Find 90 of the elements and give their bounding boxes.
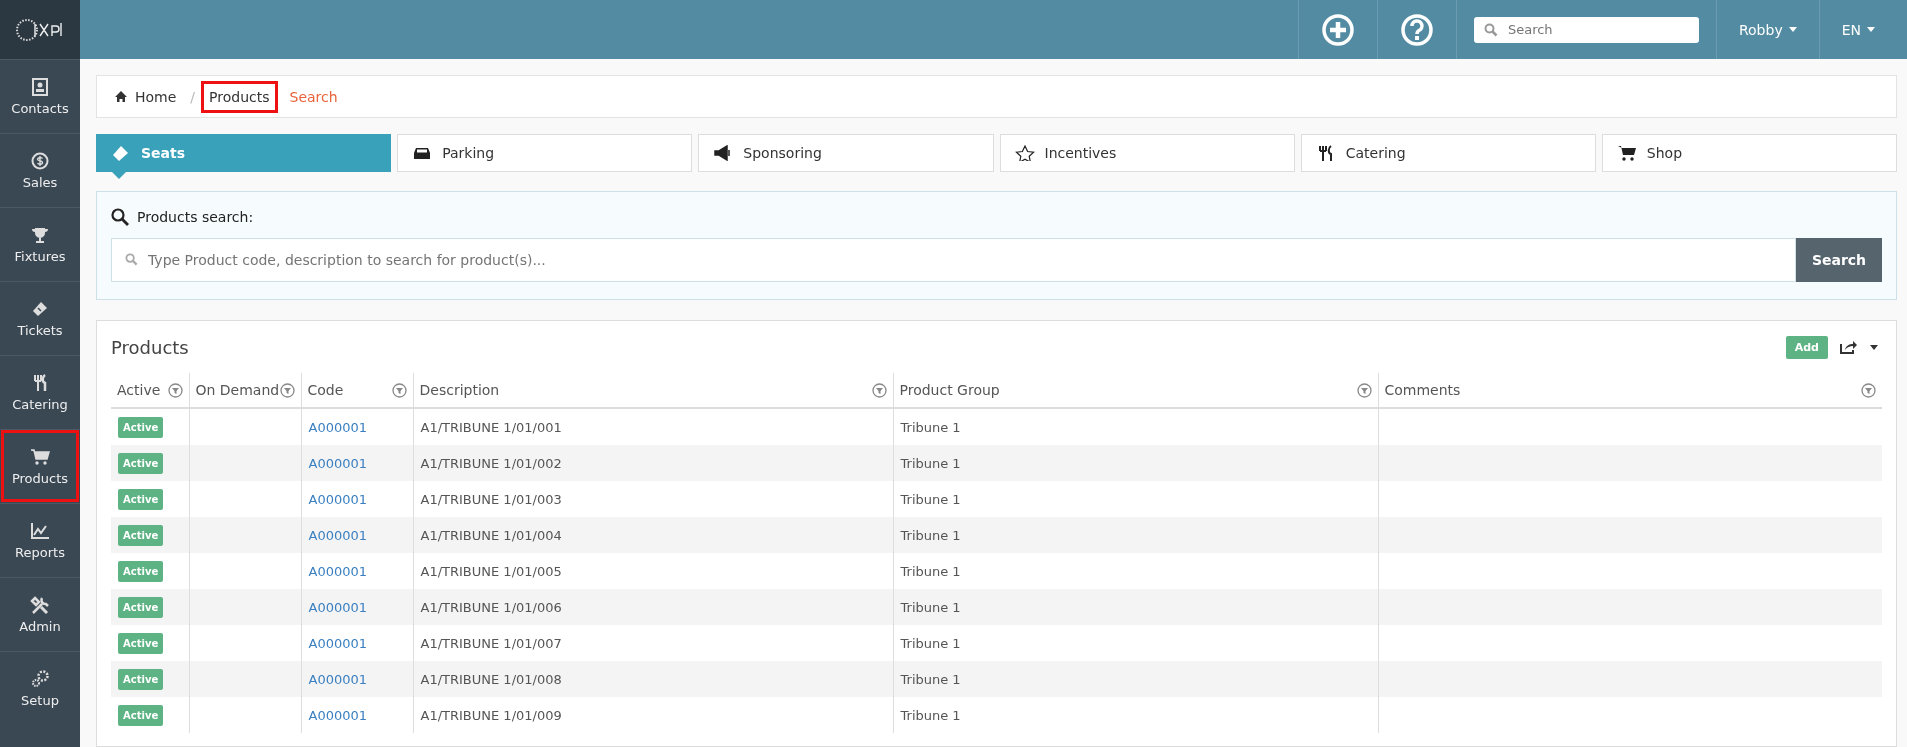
home-icon — [115, 91, 127, 102]
status-badge: Active — [118, 524, 164, 546]
logo-icon — [0, 0, 80, 59]
filter-icon[interactable] — [871, 382, 887, 398]
category-tab[interactable]: Shop — [1601, 134, 1898, 172]
table-cell: Tribune 1 — [900, 491, 961, 507]
filter-icon[interactable] — [1356, 382, 1372, 398]
cart-icon — [30, 447, 50, 466]
table-cell: A1/TRIBUNE 1/01/004 — [420, 527, 562, 543]
tab-pointer-icon — [111, 171, 127, 179]
product-code-link[interactable]: A000001 — [308, 635, 368, 651]
star-icon — [1014, 145, 1035, 161]
table-cell: A1/TRIBUNE 1/01/009 — [420, 707, 562, 723]
column-header[interactable]: Description — [413, 373, 893, 408]
dollar-circle-icon — [30, 151, 50, 170]
table-cell: A1/TRIBUNE 1/01/003 — [420, 491, 562, 507]
column-header[interactable]: Active — [111, 373, 189, 408]
status-badge: Active — [118, 488, 164, 510]
table-cell: A1/TRIBUNE 1/01/006 — [420, 599, 562, 615]
sidebar-item[interactable]: Contacts — [0, 59, 80, 133]
category-tab[interactable]: Catering — [1300, 134, 1596, 172]
breadcrumb-link[interactable]: Products — [203, 82, 276, 111]
chart-icon — [30, 521, 50, 540]
status-badge: Active — [118, 668, 164, 690]
filter-icon[interactable] — [167, 382, 183, 398]
product-code-link[interactable]: A000001 — [308, 563, 368, 579]
column-header[interactable]: Code — [301, 373, 413, 408]
status-badge: Active — [118, 416, 164, 438]
table-cell: Tribune 1 — [900, 563, 961, 579]
breadcrumb-separator: / — [190, 88, 196, 105]
status-badge: Active — [118, 596, 164, 618]
product-code-link[interactable]: A000001 — [308, 419, 368, 435]
category-tab[interactable]: Incentives — [999, 134, 1295, 172]
sidebar-item[interactable]: Setup — [0, 651, 80, 725]
product-code-link[interactable]: A000001 — [308, 707, 368, 723]
status-badge: Active — [118, 632, 164, 654]
table-cell: Tribune 1 — [900, 527, 961, 543]
product-code-link[interactable]: A000001 — [308, 527, 368, 543]
language-menu[interactable]: EN — [1818, 0, 1897, 59]
filter-icon[interactable] — [1861, 382, 1876, 398]
table-cell: A1/TRIBUNE 1/01/001 — [420, 419, 562, 435]
breadcrumb-current: Search — [288, 87, 339, 107]
panel-title: Products search: — [137, 209, 254, 225]
search-button[interactable]: Search — [1796, 238, 1882, 282]
user-menu[interactable]: Robby — [1715, 0, 1819, 59]
column-header[interactable]: Product Group — [893, 373, 1378, 408]
sidebar-item[interactable]: Reports — [0, 503, 80, 577]
product-code-link[interactable]: A000001 — [308, 491, 368, 507]
category-tab[interactable]: Parking — [397, 134, 693, 172]
product-search-field[interactable]: Type Product code, description to search for product(s)... — [111, 238, 1796, 282]
category-tab[interactable]: Sponsoring — [698, 134, 994, 172]
sidebar-item[interactable]: Catering — [0, 355, 80, 429]
product-code-link[interactable]: A000001 — [308, 599, 368, 615]
status-badge: Active — [118, 704, 164, 726]
table-cell: Tribune 1 — [900, 599, 961, 615]
home-link[interactable]: Home — [109, 82, 183, 111]
caret-icon[interactable] — [1870, 344, 1878, 350]
export-icon[interactable] — [1840, 340, 1858, 354]
product-code-link[interactable]: A000001 — [308, 455, 368, 471]
table-cell: A1/TRIBUNE 1/01/002 — [420, 455, 562, 471]
table-cell: A1/TRIBUNE 1/01/008 — [420, 671, 562, 687]
status-badge: Active — [118, 560, 164, 582]
table-cell: Tribune 1 — [900, 455, 961, 471]
table-cell: A1/TRIBUNE 1/01/005 — [420, 563, 562, 579]
tools-icon — [30, 595, 50, 614]
id-card-icon — [30, 77, 50, 96]
ticket-icon — [111, 145, 131, 161]
filter-icon[interactable] — [279, 382, 295, 398]
ticket-icon — [30, 299, 50, 318]
cart-icon — [1616, 145, 1637, 161]
panel-title: Products — [111, 336, 189, 358]
sidebar-item[interactable]: Sales — [0, 133, 80, 207]
search-field[interactable]: Search — [1473, 16, 1699, 43]
table-cell: Tribune 1 — [900, 419, 961, 435]
trophy-icon — [30, 225, 50, 244]
status-badge: Active — [118, 452, 164, 474]
table-cell: A1/TRIBUNE 1/01/007 — [420, 635, 562, 651]
table-cell: Tribune 1 — [900, 707, 961, 723]
search-icon — [111, 208, 129, 226]
product-code-link[interactable]: A000001 — [308, 671, 368, 687]
sidebar-item[interactable]: Products — [0, 429, 80, 503]
sidebar-item[interactable]: Admin — [0, 577, 80, 651]
gears-icon — [30, 669, 50, 688]
sidebar-item[interactable]: Fixtures — [0, 207, 80, 281]
filter-icon[interactable] — [391, 382, 407, 398]
sidebar-item[interactable]: Tickets — [0, 281, 80, 355]
column-header[interactable]: Comments — [1378, 373, 1882, 408]
column-header[interactable]: On Demand — [189, 373, 301, 408]
table-cell: Tribune 1 — [900, 635, 961, 651]
table-cell: Tribune 1 — [900, 671, 961, 687]
